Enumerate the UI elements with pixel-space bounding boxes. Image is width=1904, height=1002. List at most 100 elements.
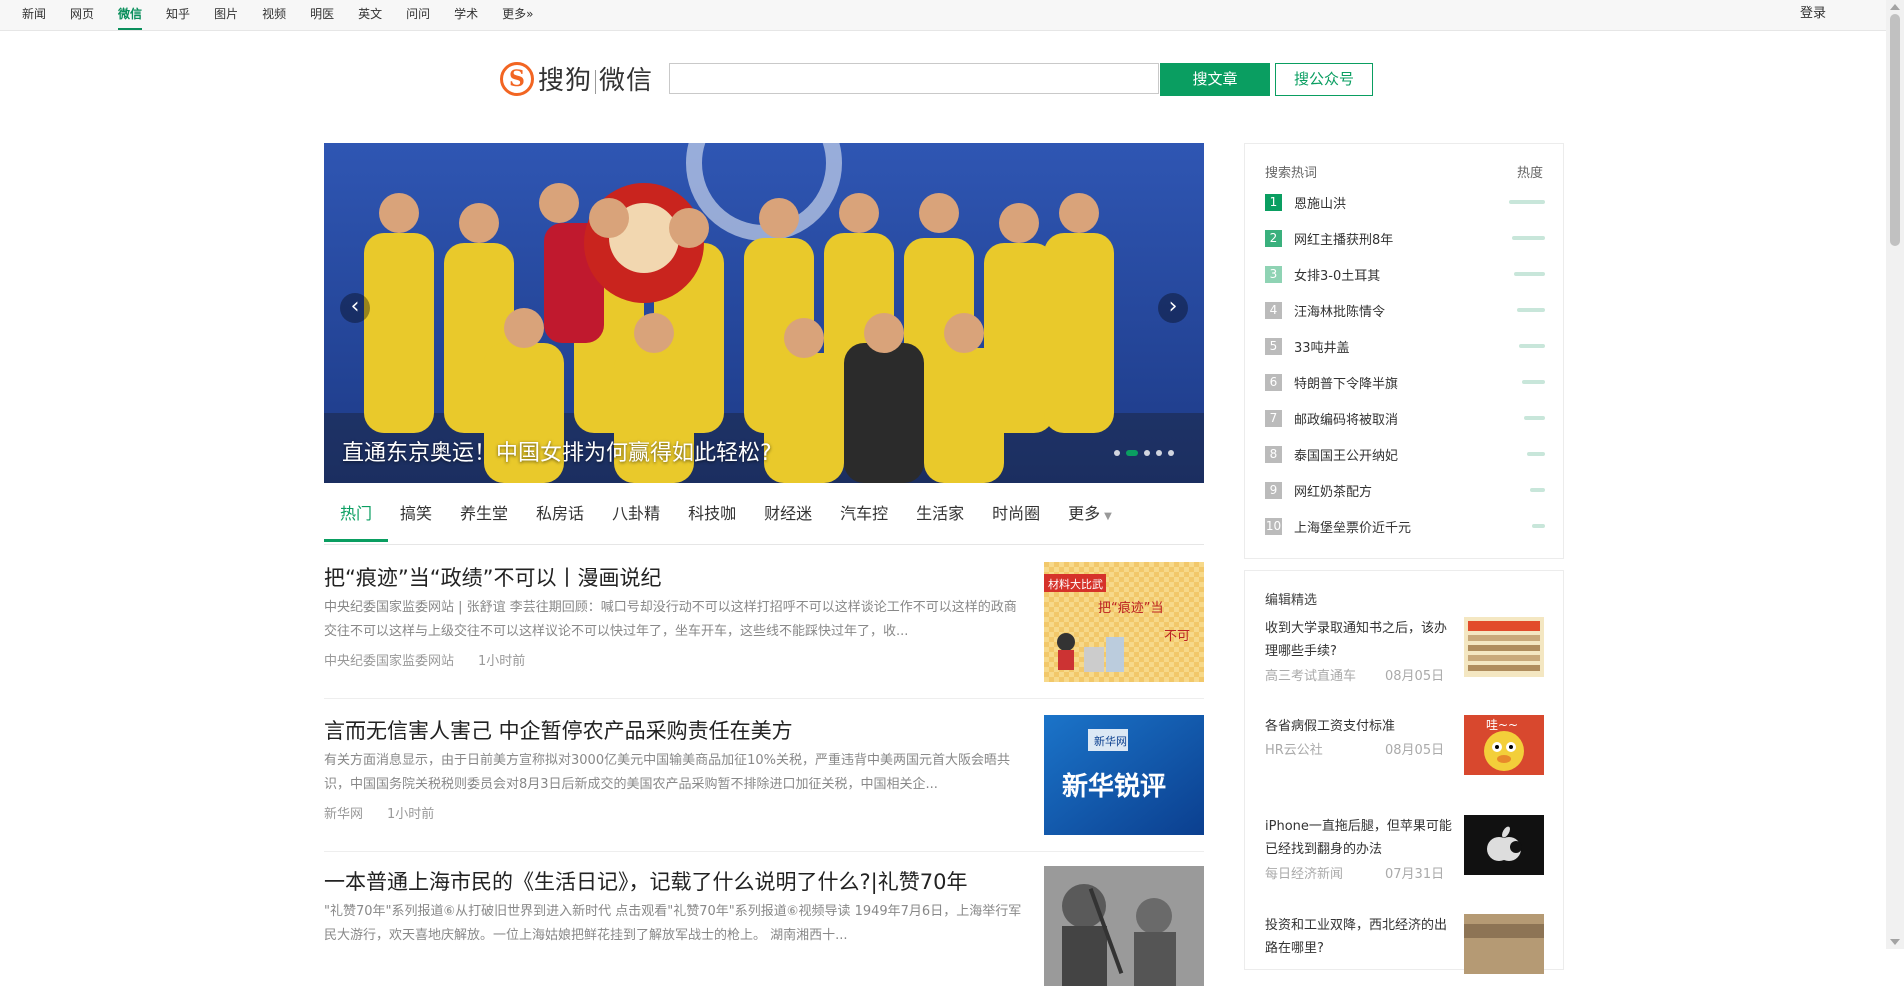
nav-weixin[interactable]: 微信: [118, 0, 143, 30]
carousel-dot[interactable]: [1114, 450, 1120, 456]
search-accounts-button[interactable]: 搜公众号: [1275, 63, 1373, 96]
search-articles-button[interactable]: 搜文章: [1160, 63, 1270, 96]
nav-web[interactable]: 网页: [70, 0, 94, 28]
tab-auto[interactable]: 汽车控: [840, 494, 888, 542]
pick-thumbnail-image: [1464, 617, 1544, 677]
hot-search-item[interactable]: 7 邮政编码将被取消: [1265, 408, 1545, 428]
article-title[interactable]: 把“痕迹”当“政绩”不可以丨漫画说纪: [324, 562, 1044, 592]
tab-gossip[interactable]: 八卦精: [612, 494, 660, 542]
carousel-dot[interactable]: [1144, 450, 1150, 456]
editor-picks-title: 编辑精选: [1265, 593, 1318, 608]
pick-thumbnail[interactable]: 哇~~: [1464, 715, 1544, 775]
pick-source: HR云公社: [1265, 743, 1323, 758]
pick-item[interactable]: 投资和工业双降，西北经济的出路在哪里?: [1265, 914, 1545, 984]
hot-search-item[interactable]: 3 女排3-0土耳其: [1265, 264, 1545, 284]
tab-funny[interactable]: 搞笑: [400, 494, 432, 542]
carousel-caption[interactable]: 直通东京奥运！中国女排为何赢得如此轻松?: [342, 435, 772, 467]
search-input[interactable]: [669, 63, 1159, 94]
pick-title[interactable]: 各省病假工资支付标准: [1265, 715, 1455, 738]
hot-search-item[interactable]: 1 恩施山洪: [1265, 192, 1545, 212]
nav-wenwen[interactable]: 问问: [406, 0, 430, 28]
article-item[interactable]: 把“痕迹”当“政绩”不可以丨漫画说纪 中央纪委国家监委网站 | 张舒谊 李芸往期…: [324, 562, 1204, 699]
article-source[interactable]: 中央纪委国家监委网站: [324, 654, 454, 669]
tab-hot[interactable]: 热门: [323, 494, 389, 542]
article-item[interactable]: 言而无信害人害己 中企暂停农产品采购责任在美方 有关方面消息显示，由于日前美方宣…: [324, 715, 1204, 852]
pick-date: 07月31日: [1385, 867, 1445, 882]
page-scrollbar[interactable]: [1886, 0, 1904, 949]
pick-title[interactable]: 投资和工业双降，西北经济的出路在哪里?: [1265, 914, 1455, 960]
hot-search-term[interactable]: 上海堡垒票价近千元: [1294, 521, 1411, 536]
logo-separator: [595, 69, 597, 94]
tab-private-talk[interactable]: 私房话: [536, 494, 584, 542]
hot-search-item[interactable]: 8 泰国国王公开纳妃: [1265, 444, 1545, 464]
scroll-thumb[interactable]: [1890, 14, 1900, 246]
pick-item[interactable]: 各省病假工资支付标准 HR云公社 08月05日 哇~~: [1265, 715, 1545, 785]
hot-search-term[interactable]: 恩施山洪: [1294, 197, 1346, 212]
pick-thumbnail[interactable]: [1464, 617, 1544, 677]
hot-search-term[interactable]: 女排3-0土耳其: [1294, 269, 1380, 284]
nav-english[interactable]: 英文: [358, 0, 382, 28]
nav-more[interactable]: 更多»: [502, 0, 533, 28]
login-link[interactable]: 登录: [1800, 0, 1826, 28]
editor-picks-panel: 编辑精选 收到大学录取通知书之后，该办理哪些手续? 高三考试直通车 08月05日…: [1244, 570, 1564, 974]
article-time: 1小时前: [387, 807, 435, 822]
sogou-weixin-logo[interactable]: S 搜狗 微信: [500, 60, 653, 97]
article-thumbnail[interactable]: [1044, 866, 1204, 986]
hot-search-term[interactable]: 汪海林批陈情令: [1294, 305, 1385, 320]
tab-finance[interactable]: 财经迷: [764, 494, 812, 542]
pick-title[interactable]: 收到大学录取通知书之后，该办理哪些手续?: [1265, 617, 1455, 663]
tab-fashion[interactable]: 时尚圈: [992, 494, 1040, 542]
article-thumbnail-image: 材料大比武 把“痕迹”当 不可: [1044, 562, 1204, 682]
article-title[interactable]: 言而无信害人害己 中企暂停农产品采购责任在美方: [324, 715, 1044, 745]
pick-thumb-text: 哇~~: [1486, 718, 1518, 732]
hot-search-item[interactable]: 10 上海堡垒票价近千元: [1265, 516, 1545, 536]
hot-rank-badge: 9: [1265, 482, 1282, 499]
featured-carousel[interactable]: ‹ › 直通东京奥运！中国女排为何赢得如此轻松?: [324, 143, 1204, 483]
heat-bar: [1517, 308, 1545, 312]
pick-item[interactable]: iPhone一直拖后腿，但苹果可能已经找到翻身的办法 每日经济新闻 07月31日: [1265, 815, 1545, 885]
nav-scholar[interactable]: 学术: [454, 0, 478, 28]
hot-search-item[interactable]: 2 网红主播获刑8年: [1265, 228, 1545, 248]
scroll-up-arrow-icon[interactable]: [1890, 4, 1900, 10]
hot-search-term[interactable]: 邮政编码将被取消: [1294, 413, 1398, 428]
pick-thumbnail-image: [1464, 914, 1544, 974]
carousel-prev-arrow-icon[interactable]: ‹: [340, 293, 370, 323]
nav-video[interactable]: 视频: [262, 0, 286, 28]
hot-search-item[interactable]: 6 特朗普下令降半旗: [1265, 372, 1545, 392]
article-title[interactable]: 一本普通上海市民的《生活日记》，记载了什么说明了什么?|礼赞70年: [324, 866, 1044, 896]
article-source[interactable]: 新华网: [324, 807, 363, 822]
category-tabs: 热门 搞笑 养生堂 私房话 八卦精 科技咖 财经迷 汽车控 生活家 时尚圈 更多…: [323, 494, 1204, 545]
tab-more[interactable]: 更多 ▼: [1068, 494, 1112, 542]
hot-search-item[interactable]: 4 汪海林批陈情令: [1265, 300, 1545, 320]
hot-search-item[interactable]: 5 33吨井盖: [1265, 336, 1545, 356]
pick-thumbnail[interactable]: [1464, 914, 1544, 974]
article-thumbnail[interactable]: 新华网 新华锐评: [1044, 715, 1204, 835]
hot-search-term[interactable]: 特朗普下令降半旗: [1294, 377, 1398, 392]
heat-bar: [1530, 488, 1545, 492]
hot-search-term[interactable]: 网红奶茶配方: [1294, 485, 1372, 500]
scroll-down-arrow-icon[interactable]: [1890, 939, 1900, 945]
pick-item[interactable]: 收到大学录取通知书之后，该办理哪些手续? 高三考试直通车 08月05日: [1265, 617, 1545, 687]
carousel-next-arrow-icon[interactable]: ›: [1158, 293, 1188, 323]
carousel-dot-active[interactable]: [1126, 450, 1138, 456]
carousel-dot[interactable]: [1168, 450, 1174, 456]
carousel-dot[interactable]: [1156, 450, 1162, 456]
hot-search-item[interactable]: 9 网红奶茶配方: [1265, 480, 1545, 500]
hot-search-term[interactable]: 网红主播获刑8年: [1294, 233, 1393, 248]
tab-life[interactable]: 生活家: [916, 494, 964, 542]
pick-title[interactable]: iPhone一直拖后腿，但苹果可能已经找到翻身的办法: [1265, 815, 1455, 861]
nav-news[interactable]: 新闻: [22, 0, 46, 28]
nav-images[interactable]: 图片: [214, 0, 238, 28]
pick-thumbnail[interactable]: [1464, 815, 1544, 875]
hot-search-term[interactable]: 33吨井盖: [1294, 341, 1350, 356]
article-meta: 中央纪委国家监委网站 1小时前: [324, 650, 549, 669]
tab-health[interactable]: 养生堂: [460, 494, 508, 542]
nav-zhihu[interactable]: 知乎: [166, 0, 190, 28]
nav-medical[interactable]: 明医: [310, 0, 334, 28]
hot-search-term[interactable]: 泰国国王公开纳妃: [1294, 449, 1398, 464]
tab-tech[interactable]: 科技咖: [688, 494, 736, 542]
hot-search-title: 搜索热词: [1265, 166, 1318, 181]
hot-rank-badge: 4: [1265, 302, 1282, 319]
article-thumbnail[interactable]: 材料大比武 把“痕迹”当 不可: [1044, 562, 1204, 682]
article-item[interactable]: 一本普通上海市民的《生活日记》，记载了什么说明了什么?|礼赞70年 "礼赞70年…: [324, 866, 1204, 1002]
